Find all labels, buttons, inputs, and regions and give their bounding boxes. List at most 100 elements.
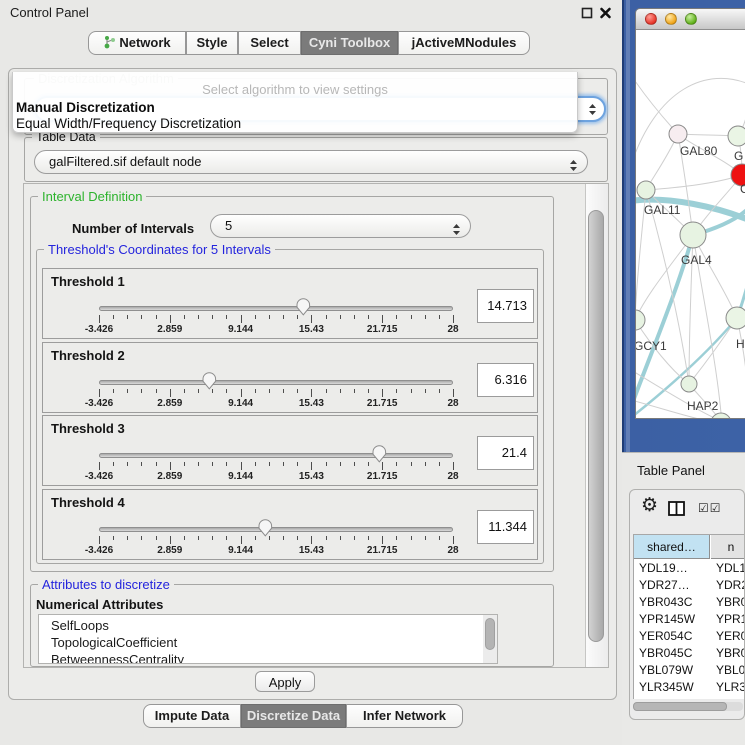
threshold-label: Threshold 2 <box>51 348 125 363</box>
slider-tick-minor <box>226 389 227 393</box>
table-row[interactable]: YPR145W YPR1 <box>634 611 745 628</box>
slider-tick-label: 9.144 <box>228 324 253 335</box>
table-hscrollbar-track[interactable] <box>633 702 743 711</box>
network-canvas[interactable]: GAL80GCGAL11GAL4GCY1HHAP2 <box>636 30 745 419</box>
slider-tick-minor <box>127 389 128 393</box>
network-node[interactable] <box>669 125 687 143</box>
cell-shared-name[interactable]: YBR045C <box>639 645 692 662</box>
number-of-intervals-combobox[interactable]: 5 <box>210 214 471 238</box>
slider-tick-minor <box>184 315 185 319</box>
slider-tick-label: 9.144 <box>228 471 253 482</box>
slider-tick-minor <box>127 536 128 540</box>
network-node[interactable] <box>636 310 645 330</box>
table-row[interactable]: YDL19… YDL1 <box>634 560 745 577</box>
table-panel-region: Table Panel ⚙ ☑☑ shared… n YDL19…YDL1YDR… <box>622 452 745 745</box>
tab-cyni-toolbox[interactable]: Cyni Toolbox <box>301 31 398 55</box>
threshold-slider-track[interactable] <box>99 380 453 385</box>
threshold-value-field[interactable]: 11.344 <box>477 510 534 544</box>
threshold-slider-handle[interactable] <box>201 371 218 390</box>
attribute-list-item[interactable]: SelfLoops <box>39 617 497 634</box>
cell-shared-name[interactable]: YBR043C <box>639 594 692 611</box>
network-node[interactable] <box>728 126 745 146</box>
table-row[interactable]: YER054C YER0 <box>634 628 745 645</box>
table-row[interactable]: YDR27… YDR2 <box>634 577 745 594</box>
minimize-traffic-light-icon[interactable] <box>665 13 677 25</box>
network-node[interactable] <box>681 376 697 392</box>
network-window[interactable]: GAL80GCGAL11GAL4GCY1HHAP2 <box>635 8 745 419</box>
slider-tick-label: 28 <box>447 545 458 556</box>
threshold-value-field[interactable]: 14.713 <box>477 289 534 323</box>
threshold-slider-track[interactable] <box>99 527 453 532</box>
vertical-scrollbar-thumb[interactable] <box>588 210 604 642</box>
slider-tick-minor <box>156 462 157 466</box>
close-traffic-light-icon[interactable] <box>645 13 657 25</box>
column-header-shared-name[interactable]: shared… <box>634 535 710 559</box>
cell-name[interactable]: YBR0 <box>716 645 745 662</box>
cell-name[interactable]: YDL1 <box>716 560 745 577</box>
network-node[interactable] <box>680 222 706 248</box>
table-row[interactable]: YBR043C YBR0 <box>634 594 745 611</box>
table-row[interactable]: YBL079W YBL0 <box>634 662 745 679</box>
slider-tick-label: 2.859 <box>157 398 182 409</box>
algorithm-item-equal-width-frequency[interactable]: Equal Width/Frequency Discretization <box>16 116 241 131</box>
slider-tick-minor <box>184 536 185 540</box>
cell-shared-name[interactable]: YBL079W <box>639 662 693 679</box>
network-window-titlebar[interactable] <box>636 9 745 30</box>
table-data-combobox[interactable]: galFiltered.sif default node <box>34 150 588 174</box>
network-node[interactable] <box>637 181 655 199</box>
cell-name[interactable]: YPR1 <box>716 611 745 628</box>
cell-name[interactable]: YLR3 <box>716 679 745 696</box>
network-node[interactable] <box>726 307 745 329</box>
slider-tick-minor <box>141 462 142 466</box>
cell-shared-name[interactable]: YIL052C <box>639 696 686 699</box>
cell-shared-name[interactable]: YDR27… <box>639 577 690 594</box>
network-node[interactable] <box>711 413 731 419</box>
cell-shared-name[interactable]: YPR145W <box>639 611 695 628</box>
attribute-list-item[interactable]: BetweennessCentrality <box>39 651 497 664</box>
numerical-attributes-list[interactable]: SelfLoopsTopologicalCoefficientBetweenne… <box>38 614 498 664</box>
slider-tick-minor <box>269 462 270 466</box>
cell-shared-name[interactable]: YLR345W <box>639 679 694 696</box>
algorithm-item-manual-discretization[interactable]: Manual Discretization <box>16 100 155 115</box>
tab-select[interactable]: Select <box>238 31 301 55</box>
slider-tick-major <box>241 462 242 470</box>
cell-shared-name[interactable]: YER054C <box>639 628 692 645</box>
columns-icon[interactable] <box>668 501 686 522</box>
table-row[interactable]: YIL052C YIL0 <box>634 696 745 699</box>
threshold-value-field[interactable]: 21.4 <box>477 436 534 470</box>
checkbox-icons[interactable]: ☑☑ <box>698 501 722 515</box>
cell-name[interactable]: YBR0 <box>716 594 745 611</box>
list-scrollbar-thumb[interactable] <box>485 618 495 650</box>
threshold-slider-handle[interactable] <box>257 518 274 537</box>
cell-name[interactable]: YIL0 <box>716 696 741 699</box>
cell-name[interactable]: YBL0 <box>716 662 745 679</box>
zoom-traffic-light-icon[interactable] <box>685 13 697 25</box>
threshold-slider-track[interactable] <box>99 306 453 311</box>
apply-button[interactable]: Apply <box>255 671 315 692</box>
threshold-slider-handle[interactable] <box>295 297 312 316</box>
cell-name[interactable]: YDR2 <box>716 577 745 594</box>
attribute-list-item[interactable]: TopologicalCoefficient <box>39 634 497 651</box>
tab-network[interactable]: Network <box>88 31 186 55</box>
cell-shared-name[interactable]: YDL19… <box>639 560 688 577</box>
threshold-value-field[interactable]: 6.316 <box>477 363 534 397</box>
slider-tick-label: 28 <box>447 324 458 335</box>
gear-icon[interactable]: ⚙ <box>641 494 658 517</box>
tab-style[interactable]: Style <box>186 31 238 55</box>
slider-tick-minor <box>411 536 412 540</box>
slider-tick-label: -3.426 <box>85 324 113 335</box>
threshold-slider-handle[interactable] <box>371 444 388 463</box>
tab-infer-network[interactable]: Infer Network <box>346 704 463 728</box>
close-icon[interactable] <box>599 6 612 24</box>
tab-impute-data[interactable]: Impute Data <box>143 704 241 728</box>
table-row[interactable]: YLR345W YLR3 <box>634 679 745 696</box>
float-window-icon[interactable] <box>581 6 593 24</box>
threshold-slider-track[interactable] <box>99 453 453 458</box>
column-header-name[interactable]: n <box>711 535 745 559</box>
table-row[interactable]: YBR045C YBR0 <box>634 645 745 662</box>
algorithm-prompt-item[interactable]: Select algorithm to view settings <box>13 82 577 97</box>
tab-jactivemnodules[interactable]: jActiveMNodules <box>398 31 530 55</box>
tab-discretize-data[interactable]: Discretize Data <box>241 704 346 728</box>
table-hscrollbar-thumb[interactable] <box>633 702 727 711</box>
cell-name[interactable]: YER0 <box>716 628 745 645</box>
